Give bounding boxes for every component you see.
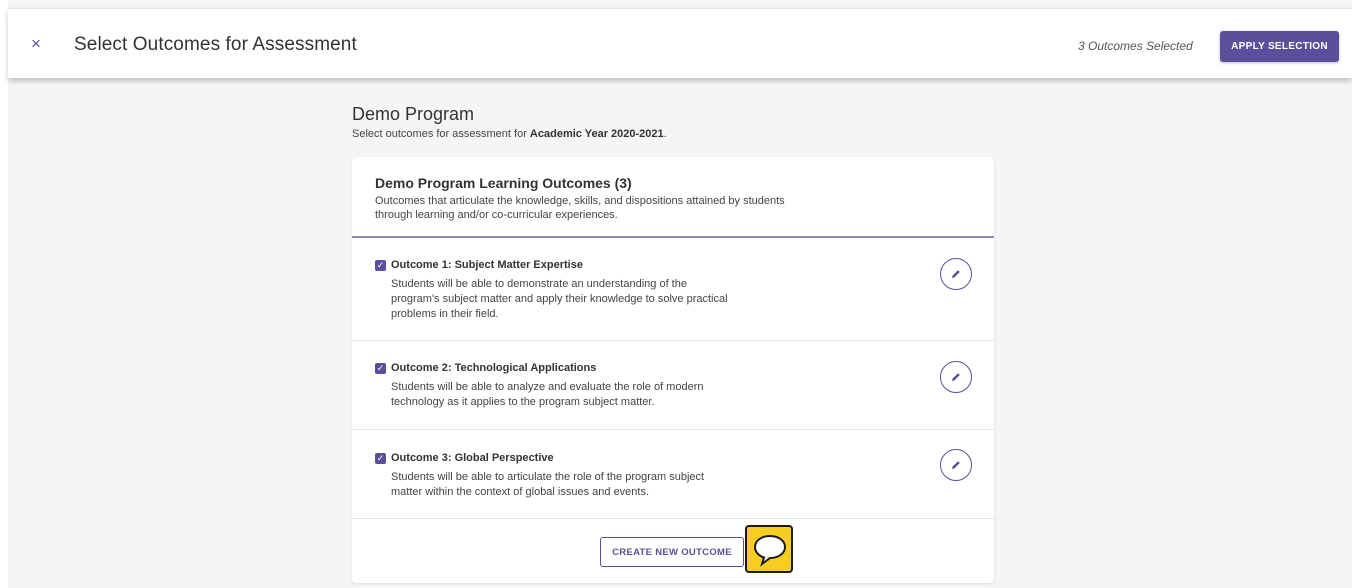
- modal-header: × Select Outcomes for Assessment 3 Outco…: [8, 8, 1352, 78]
- outcome-description: Students will be able to articulate the …: [391, 471, 705, 498]
- selected-count: 3 Outcomes Selected: [1078, 39, 1193, 53]
- subtitle-suffix: .: [663, 128, 667, 140]
- pencil-icon: [952, 373, 960, 381]
- edit-outcome-button[interactable]: [940, 258, 972, 290]
- page-title: Select Outcomes for Assessment: [74, 34, 357, 55]
- program-title: Demo Program: [352, 104, 475, 124]
- outcome-description: Students will be able to analyze and eva…: [391, 381, 704, 408]
- create-new-outcome-button[interactable]: CREATE NEW OUTCOME: [600, 537, 744, 567]
- academic-year: Academic Year 2020-2021: [529, 128, 664, 140]
- card-header: Demo Program Learning Outcomes (3) Outco…: [352, 157, 994, 238]
- close-icon[interactable]: ×: [28, 33, 44, 55]
- card-title: Demo Program Learning Outcomes (3): [375, 175, 632, 191]
- speech-bubble-icon: [753, 534, 787, 567]
- outcome-name: Outcome 2: Technological Applications: [391, 362, 597, 374]
- outcome-item: ✓ Outcome 1: Subject Matter Expertise St…: [352, 240, 994, 341]
- outcome-checkbox[interactable]: ✓: [375, 453, 386, 464]
- apply-selection-button[interactable]: APPLY SELECTION: [1220, 31, 1339, 62]
- edit-outcome-button[interactable]: [940, 361, 972, 393]
- outcome-item: ✓ Outcome 3: Global Perspective Students…: [352, 430, 994, 519]
- outcome-item: ✓ Outcome 2: Technological Applications …: [352, 341, 994, 430]
- edit-outcome-button[interactable]: [940, 449, 972, 481]
- subtitle-prefix: Select outcomes for assessment for: [352, 128, 530, 140]
- outcome-description: Students will be able to demonstrate an …: [391, 278, 728, 320]
- outcome-name: Outcome 1: Subject Matter Expertise: [391, 259, 583, 271]
- outcome-checkbox[interactable]: ✓: [375, 363, 386, 374]
- left-edge: [0, 0, 8, 588]
- card-description: Outcomes that articulate the knowledge, …: [375, 195, 785, 221]
- outcome-name: Outcome 3: Global Perspective: [391, 452, 554, 464]
- pencil-icon: [952, 461, 960, 469]
- outcomes-card: Demo Program Learning Outcomes (3) Outco…: [352, 157, 994, 583]
- outcome-checkbox[interactable]: ✓: [375, 260, 386, 271]
- program-subtitle: Select outcomes for assessment for Acade…: [352, 128, 667, 140]
- pencil-icon: [952, 270, 960, 278]
- chat-button[interactable]: [745, 525, 793, 573]
